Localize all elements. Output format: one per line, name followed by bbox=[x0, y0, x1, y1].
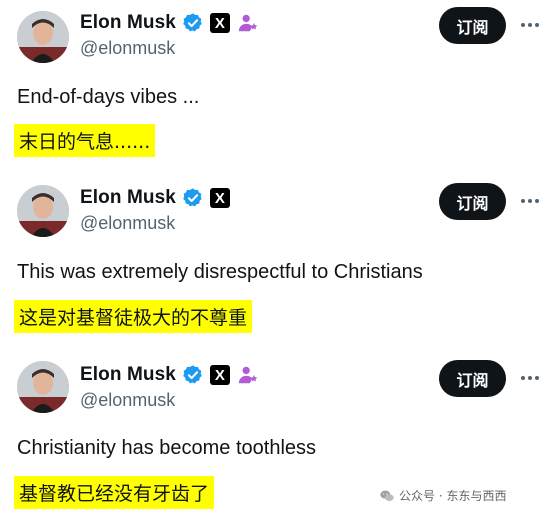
tweet-text: Christianity has become toothless bbox=[17, 437, 317, 459]
watermark: 公众号 · 东东与西西 bbox=[379, 487, 506, 504]
more-options-icon[interactable] bbox=[517, 188, 543, 214]
avatar-image bbox=[17, 11, 69, 63]
display-name[interactable]: Elon Musk bbox=[80, 12, 176, 34]
x-logo-icon: X bbox=[209, 365, 230, 385]
chinese-translation: 这是对基督徒极大的不尊重 bbox=[14, 300, 253, 333]
chinese-translation: 末日的气息...... bbox=[14, 124, 156, 157]
affiliate-person-icon bbox=[238, 14, 258, 32]
verified-badge-icon bbox=[183, 188, 202, 207]
user-handle[interactable]: @elonmusk bbox=[80, 213, 175, 234]
tweet-text: End-of-days vibes ... bbox=[17, 86, 200, 108]
x-logo-icon: X bbox=[209, 188, 230, 208]
tweet-text: This was extremely disrespectful to Chri… bbox=[17, 261, 423, 283]
affiliate-person-icon bbox=[238, 366, 258, 384]
display-name[interactable]: Elon Musk bbox=[80, 364, 176, 386]
verified-badge-icon bbox=[183, 365, 202, 384]
subscribe-button[interactable]: 订阅 bbox=[439, 7, 506, 44]
more-options-icon[interactable] bbox=[517, 12, 543, 38]
watermark-text: 公众号 · 东东与西西 bbox=[399, 489, 507, 503]
verified-badge-icon bbox=[183, 13, 202, 32]
wechat-icon bbox=[380, 490, 394, 501]
chinese-translation: 基督教已经没有牙齿了 bbox=[14, 476, 215, 509]
subscribe-button[interactable]: 订阅 bbox=[439, 183, 506, 220]
more-options-icon[interactable] bbox=[517, 365, 543, 391]
x-logo-icon: X bbox=[209, 13, 230, 33]
avatar[interactable] bbox=[17, 361, 69, 413]
user-handle[interactable]: @elonmusk bbox=[80, 390, 175, 411]
avatar[interactable] bbox=[17, 11, 69, 63]
user-handle[interactable]: @elonmusk bbox=[80, 38, 175, 59]
avatar-image bbox=[17, 185, 69, 237]
avatar[interactable] bbox=[17, 185, 69, 237]
avatar-image bbox=[17, 361, 69, 413]
subscribe-button[interactable]: 订阅 bbox=[439, 360, 506, 397]
display-name[interactable]: Elon Musk bbox=[80, 187, 176, 209]
